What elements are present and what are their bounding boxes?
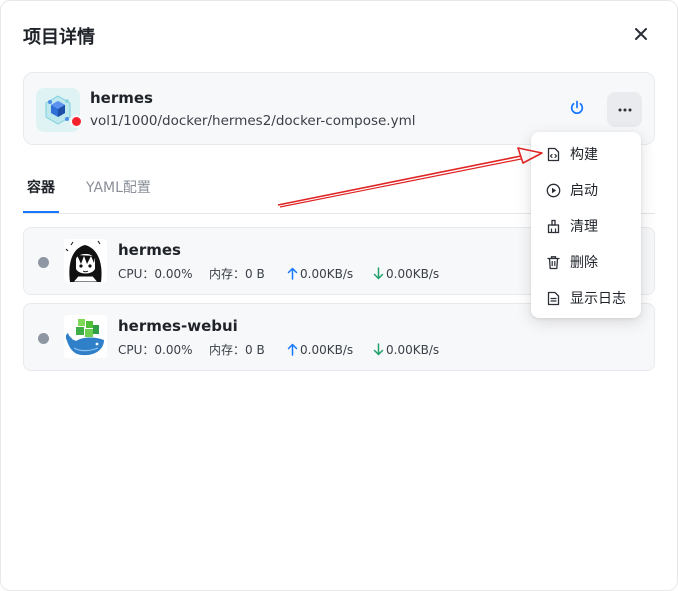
upload-rate: 0.00KB/s <box>286 267 372 281</box>
upload-rate-value: 0.00KB/s <box>300 266 354 281</box>
menu-item-label: 清理 <box>570 219 598 235</box>
project-actions-menu: 构建 启动 清理 删除 显示日志 <box>531 132 641 318</box>
cpu-usage: CPU：0.00% <box>118 343 193 357</box>
whale-logo-icon <box>64 315 107 358</box>
container-name: hermes <box>118 241 181 259</box>
anime-girl-avatar-icon <box>64 239 107 282</box>
project-status-dot <box>70 115 83 128</box>
power-button[interactable] <box>566 97 588 119</box>
menu-item-start[interactable]: 启动 <box>531 172 641 208</box>
log-icon <box>545 290 561 306</box>
active-tab-indicator <box>23 211 59 213</box>
upload-arrow-icon <box>286 343 299 356</box>
close-icon <box>635 28 647 40</box>
dialog-title: 项目详情 <box>23 27 95 48</box>
upload-rate: 0.00KB/s <box>286 343 372 357</box>
project-name: hermes <box>90 89 153 107</box>
cpu-usage: CPU：0.00% <box>118 267 193 281</box>
download-rate-value: 0.00KB/s <box>386 342 440 357</box>
upload-rate-value: 0.00KB/s <box>300 342 354 357</box>
trash-icon <box>545 254 561 270</box>
play-icon <box>545 182 561 198</box>
memory-usage: 内存：0 B <box>209 343 265 357</box>
more-options-button[interactable] <box>607 92 642 127</box>
download-arrow-icon <box>372 267 385 280</box>
menu-item-label: 启动 <box>570 183 598 199</box>
menu-item-delete[interactable]: 删除 <box>531 244 641 280</box>
menu-item-label: 显示日志 <box>570 291 626 307</box>
container-status-dot <box>38 257 49 268</box>
container-name: hermes-webui <box>118 317 238 335</box>
tab-yaml-config[interactable]: YAML配置 <box>86 177 151 197</box>
download-rate: 0.00KB/s <box>372 267 439 281</box>
more-dots-icon <box>618 108 631 111</box>
power-icon <box>570 100 584 115</box>
upload-arrow-icon <box>286 267 299 280</box>
container-stats: CPU：0.00% 内存：0 B 0.00KB/s 0.00KB/s <box>118 341 439 358</box>
tab-containers[interactable]: 容器 <box>27 177 55 197</box>
memory-usage: 内存：0 B <box>209 267 265 281</box>
download-arrow-icon <box>372 343 385 356</box>
menu-item-show-logs[interactable]: 显示日志 <box>531 280 641 316</box>
close-button[interactable] <box>630 23 652 45</box>
menu-item-label: 构建 <box>570 147 598 163</box>
build-icon <box>545 146 561 162</box>
container-status-dot <box>38 333 49 344</box>
download-rate: 0.00KB/s <box>372 343 439 357</box>
broom-icon <box>545 218 561 234</box>
project-path: vol1/1000/docker/hermes2/docker-compose.… <box>90 113 416 129</box>
menu-item-clean[interactable]: 清理 <box>531 208 641 244</box>
menu-item-label: 删除 <box>570 255 598 271</box>
project-details-dialog: 项目详情 hermes vol1/1000/docker/hermes2/doc… <box>0 0 678 591</box>
menu-item-build[interactable]: 构建 <box>531 136 641 172</box>
container-stats: CPU：0.00% 内存：0 B 0.00KB/s 0.00KB/s <box>118 265 439 282</box>
download-rate-value: 0.00KB/s <box>386 266 440 281</box>
